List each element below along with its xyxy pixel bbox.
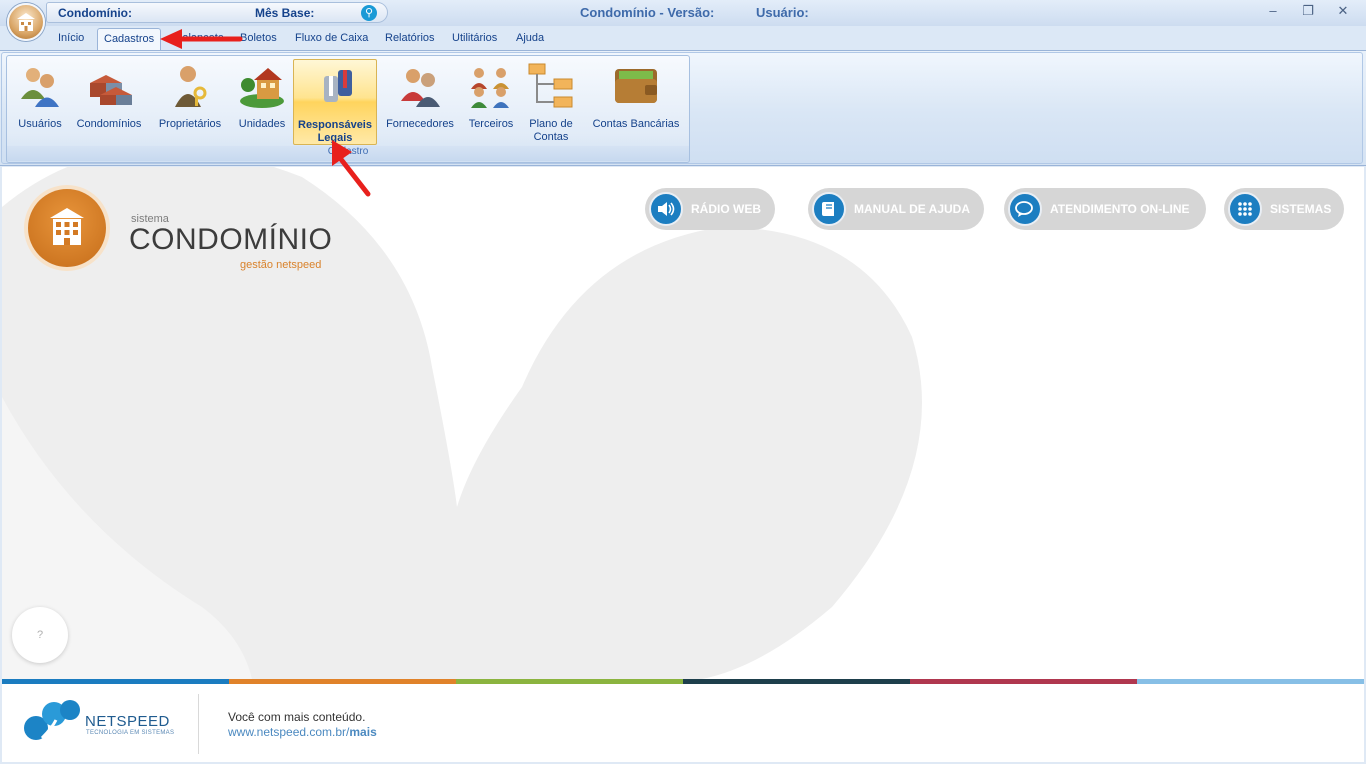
owner-key-icon <box>175 66 207 107</box>
ribbon-group-label: Cadastro <box>7 146 689 161</box>
sistemas-label: SISTEMAS <box>1270 202 1332 216</box>
suits-icon <box>324 70 352 102</box>
brand-title: CONDOMÍNIO <box>129 223 333 256</box>
book-icon <box>812 192 846 226</box>
app-menu-button[interactable] <box>7 3 45 41</box>
netspeed-tagline: TECNOLOGIA EM SISTEMAS <box>86 730 175 736</box>
tab-utilitarios[interactable]: Utilitários <box>452 32 497 44</box>
footer-link-bold: mais <box>349 725 377 739</box>
footer-divider <box>198 694 199 754</box>
netspeed-company-name: NETSPEED <box>85 713 170 730</box>
main-canvas: sistema CONDOMÍNIO gestão netspeed RÁDIO… <box>2 167 1364 679</box>
footer-slogan: Você com mais conteúdo. <box>228 710 366 724</box>
plano-de-contas-label: Plano de Contas <box>529 118 573 143</box>
building-icon <box>17 13 35 31</box>
building-icon <box>50 208 84 245</box>
unidades-button[interactable]: Unidades <box>232 59 292 145</box>
suppliers-icon <box>401 69 440 107</box>
condominio-label: Condomínio: <box>58 6 132 20</box>
terceiros-label: Terceiros <box>468 118 514 130</box>
plano-de-contas-button[interactable]: Plano de Contas <box>523 59 579 145</box>
restore-button[interactable]: ❐ <box>1293 3 1323 21</box>
app-title: Condomínio - Versão: <box>580 5 715 20</box>
speaker-icon <box>649 192 683 226</box>
responsaveis-legais-button[interactable]: Responsáveis Legais <box>293 59 377 145</box>
manual-de-ajuda-label: MANUAL DE AJUDA <box>854 202 971 216</box>
ribbon-panel: Usuários Condomínios Proprietários Unida… <box>0 50 1366 166</box>
tab-ajuda[interactable]: Ajuda <box>516 32 544 44</box>
footer: NETSPEED TECNOLOGIA EM SISTEMAS Você com… <box>2 684 1364 762</box>
usuarios-button[interactable]: Usuários <box>10 59 70 145</box>
tab-boletos[interactable]: Boletos <box>240 32 277 44</box>
manual-de-ajuda-button[interactable]: MANUAL DE AJUDA <box>808 188 984 230</box>
netspeed-logo-icon <box>24 700 80 740</box>
grid-dots-icon <box>1228 192 1262 226</box>
title-bar: Condomínio: Mês Base: ⚲ Condomínio - Ver… <box>0 0 1366 26</box>
tab-balancete[interactable]: Balancete <box>175 32 224 44</box>
proprietarios-label: Proprietários <box>158 118 222 130</box>
buildings-icon <box>90 75 132 105</box>
search-icon[interactable]: ⚲ <box>361 5 377 21</box>
tab-cadastros[interactable]: Cadastros <box>97 28 162 50</box>
wallet-icon <box>615 69 657 103</box>
radio-web-button[interactable]: RÁDIO WEB <box>645 188 775 230</box>
chat-icon <box>1008 192 1042 226</box>
ribbon-inner: Usuários Condomínios Proprietários Unida… <box>1 52 1363 164</box>
usuario-label: Usuário: <box>756 5 809 20</box>
radio-web-label: RÁDIO WEB <box>691 202 761 216</box>
footer-link[interactable]: www.netspeed.com.br/mais <box>228 725 377 739</box>
condominios-button[interactable]: Condomínios <box>73 59 145 145</box>
footer-link-prefix: www.netspeed.com.br/ <box>228 725 350 739</box>
tab-inicio[interactable]: Início <box>58 32 84 44</box>
minimize-button[interactable]: – <box>1258 3 1288 21</box>
atendimento-online-button[interactable]: ATENDIMENTO ON-LINE <box>1004 188 1206 230</box>
close-button[interactable]: ✕ <box>1328 3 1358 21</box>
contas-bancarias-label: Contas Bancárias <box>592 118 680 130</box>
usuarios-label: Usuários <box>18 118 62 130</box>
proprietarios-button[interactable]: Proprietários <box>155 59 225 145</box>
brand-logo-icon <box>28 189 106 267</box>
tab-fluxo-de-caixa[interactable]: Fluxo de Caixa <box>295 32 368 44</box>
tab-relatorios[interactable]: Relatórios <box>385 32 435 44</box>
condominios-label: Condomínios <box>76 118 142 130</box>
quick-access-bar: Condomínio: Mês Base: ⚲ <box>46 2 388 23</box>
atendimento-online-label: ATENDIMENTO ON-LINE <box>1050 202 1190 216</box>
fornecedores-button[interactable]: Fornecedores <box>383 59 457 145</box>
terceiros-button[interactable]: Terceiros <box>461 59 521 145</box>
sistemas-button[interactable]: SISTEMAS <box>1224 188 1344 230</box>
responsaveis-legais-label: Responsáveis Legais <box>298 119 372 144</box>
ribbon-group-cadastro: Usuários Condomínios Proprietários Unida… <box>6 55 690 163</box>
users-icon <box>21 68 59 107</box>
contas-bancarias-button[interactable]: Contas Bancárias <box>587 59 685 145</box>
help-button[interactable]: ? <box>12 607 68 663</box>
unidades-label: Unidades <box>238 118 286 130</box>
group-icon <box>471 68 509 108</box>
mes-base-label: Mês Base: <box>255 6 315 20</box>
ribbon-tabs: Início Cadastros Balancete Boletos Fluxo… <box>0 26 1366 50</box>
brand-subtitle: gestão netspeed <box>240 259 322 271</box>
house-icon <box>240 68 284 108</box>
fornecedores-label: Fornecedores <box>386 118 454 130</box>
tree-chart-icon <box>528 63 573 108</box>
